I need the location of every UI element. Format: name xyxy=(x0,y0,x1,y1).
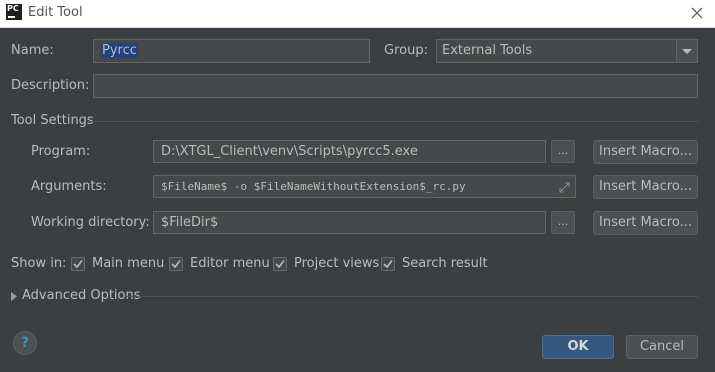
dropdown-arrow-icon[interactable] xyxy=(676,40,697,62)
dialog-title-bar: PC Edit Tool xyxy=(0,0,715,28)
main-menu-label: Main menu xyxy=(92,256,165,271)
name-value: Pyrcc xyxy=(101,43,138,58)
program-field[interactable]: D:\XTGL_Client\venv\Scripts\pyrcc5.exe xyxy=(153,140,546,163)
tool-settings-title: Tool Settings xyxy=(11,113,94,128)
project-views-label: Project views xyxy=(294,256,380,271)
dialog-title: Edit Tool xyxy=(28,5,83,20)
project-views-checkbox[interactable] xyxy=(273,257,287,271)
pycharm-logo-icon: PC xyxy=(6,4,22,20)
advanced-options-toggle[interactable]: Advanced Options xyxy=(11,288,141,305)
show-in-label: Show in: xyxy=(11,256,67,271)
working-directory-label: Working directory: xyxy=(31,215,150,230)
ok-button[interactable]: OK xyxy=(542,335,614,359)
checkmark-icon xyxy=(73,260,83,269)
name-field[interactable]: Pyrcc xyxy=(93,39,370,63)
checkmark-icon xyxy=(171,260,181,269)
advanced-options-separator xyxy=(126,296,698,297)
insert-macro-working-directory-button[interactable]: Insert Macro... xyxy=(593,211,698,235)
browse-working-directory-button[interactable]: ... xyxy=(551,211,575,234)
main-menu-checkbox[interactable] xyxy=(71,257,85,271)
arguments-label: Arguments: xyxy=(31,179,107,194)
expand-icon[interactable] xyxy=(558,180,571,197)
insert-macro-arguments-button[interactable]: Insert Macro... xyxy=(593,175,698,199)
editor-menu-label: Editor menu xyxy=(190,256,270,271)
program-label: Program: xyxy=(31,144,91,159)
editor-menu-checkbox[interactable] xyxy=(169,257,183,271)
browse-program-button[interactable]: ... xyxy=(551,140,575,163)
app-icon-text: PC xyxy=(7,4,19,13)
cancel-button[interactable]: Cancel xyxy=(626,335,698,359)
group-value: External Tools xyxy=(442,43,533,58)
chevron-right-icon xyxy=(11,292,17,301)
group-label: Group: xyxy=(384,43,428,58)
arguments-field[interactable]: $FileName$ -o $FileNameWithoutExtension$… xyxy=(153,175,576,198)
checkmark-icon xyxy=(275,260,285,269)
group-combobox[interactable]: External Tools xyxy=(436,39,698,63)
checkmark-icon xyxy=(383,260,393,269)
search-result-label: Search result xyxy=(402,256,488,271)
close-icon[interactable] xyxy=(688,4,706,22)
search-result-checkbox[interactable] xyxy=(381,257,395,271)
name-label: Name: xyxy=(11,43,54,58)
arguments-value: $FileName$ -o $FileNameWithoutExtension$… xyxy=(161,180,466,193)
description-label: Description: xyxy=(11,78,90,93)
help-button[interactable]: ? xyxy=(13,331,37,355)
advanced-options-label: Advanced Options xyxy=(22,288,141,303)
insert-macro-program-button[interactable]: Insert Macro... xyxy=(593,140,698,164)
tool-settings-separator xyxy=(88,121,698,122)
working-directory-field[interactable]: $FileDir$ xyxy=(153,211,546,234)
description-field[interactable] xyxy=(93,74,698,98)
